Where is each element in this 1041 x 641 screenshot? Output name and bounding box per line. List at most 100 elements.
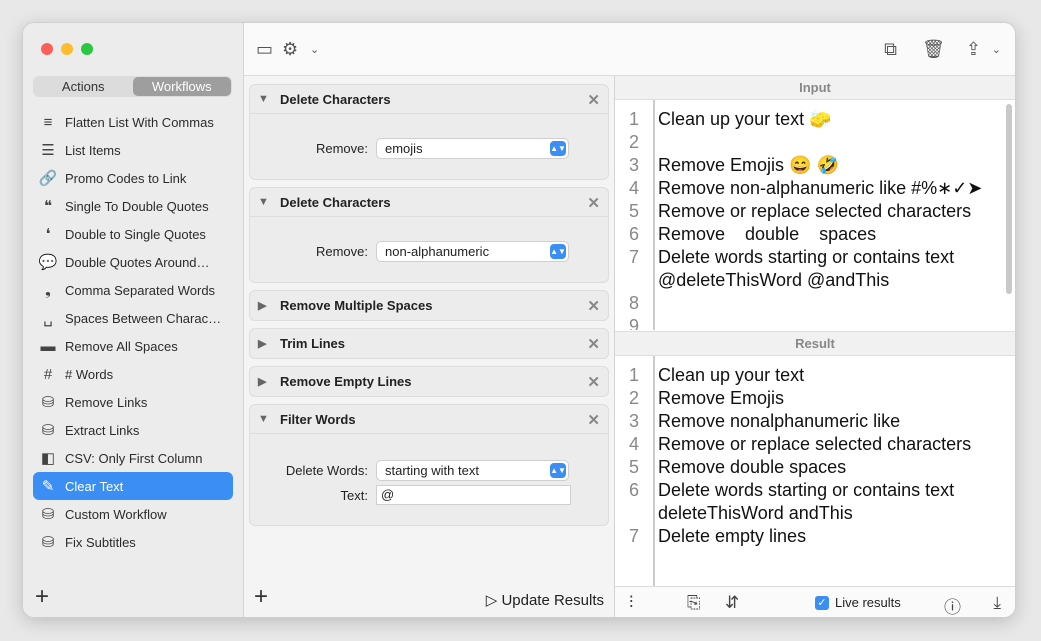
sidebar-toggle-icon[interactable]: ▭ [256,39,273,60]
text-line[interactable]: deleteThisWord andThis [658,502,971,525]
close-icon[interactable]: ✕ [587,335,600,353]
disclosure-triangle-icon[interactable]: ▶ [258,375,280,388]
add-step-icon[interactable]: + [254,583,268,611]
gear-icon[interactable]: ⚙ [282,39,298,60]
text-line[interactable]: Delete empty lines [658,525,971,548]
text-line[interactable] [658,315,982,330]
text-line[interactable] [658,292,982,315]
add-workflow-icon[interactable]: + [35,583,49,611]
chevron-down-icon[interactable]: ⌄ [992,43,1001,56]
bottom-bar: ⫶ ⎘ ⇵ ✓ Live results ⓘ ⤓ [615,586,1015,617]
step-title: Remove Multiple Spaces [280,298,433,313]
text-line[interactable]: Remove non-alphanumeric like #%∗✓➤ [658,177,982,200]
workflow-icon: ≡ [43,113,53,131]
line-number-gutter: 1 2 3 4 5 6 7 [615,356,655,586]
close-icon[interactable]: ✕ [587,411,600,429]
copy-icon[interactable]: ⧉ [884,39,897,60]
sidebar-item[interactable]: ❝ Single To Double Quotes [33,192,233,220]
delete-words-select[interactable]: starting with text ▲▼ [376,460,569,481]
disclosure-triangle-icon[interactable]: ▼ [258,413,280,425]
sidebar-item[interactable]: ⛁ Extract Links [33,416,233,444]
close-icon[interactable]: ✕ [587,297,600,315]
text-line[interactable]: Delete words starting or contains text [658,246,982,269]
text-line[interactable] [658,131,982,154]
sidebar-item[interactable]: ⛁ Custom Workflow [33,500,233,528]
step-card-remove-multiple-spaces: ▶ Remove Multiple Spaces ✕ [249,290,609,321]
text-line[interactable]: Remove or replace selected characters [658,200,982,223]
workflow-icon: ⛁ [41,422,55,439]
sidebar-item[interactable]: 💬 Double Quotes Around… [33,248,233,276]
minimize-button[interactable] [61,43,73,55]
result-text[interactable]: Clean up your text Remove Emojis Remove no… [658,356,971,548]
text-line[interactable]: Clean up your text 🧽 [658,108,982,131]
result-pane: Result 1234567 Clean up your text Remove … [615,332,1015,586]
sidebar-item[interactable]: # # Words [33,360,233,388]
text-line[interactable]: Remove double spaces [658,456,971,479]
download-icon[interactable]: ⤓ [993,593,1001,613]
step-card-remove-empty-lines: ▶ Remove Empty Lines ✕ [249,366,609,397]
text-line[interactable]: Remove Emojis 😄 🤣 [658,154,982,177]
remove-select[interactable]: emojis ▲▼ [376,138,569,159]
chevron-down-icon[interactable]: ⌄ [310,43,319,56]
zoom-button[interactable] [81,43,93,55]
step-header[interactable]: ▶ Remove Multiple Spaces ✕ [250,291,608,320]
paste-icon[interactable]: ⎘ [687,593,701,613]
step-header[interactable]: ▶ Trim Lines ✕ [250,329,608,358]
sidebar-item[interactable]: ◧ CSV: Only First Column [33,444,233,472]
input-text[interactable]: Clean up your text 🧽 Remove Emojis 😄 🤣 Rem… [658,100,982,330]
text-line[interactable]: @deleteThisWord @andThis [658,269,982,292]
line-number: 8 [628,293,639,313]
close-button[interactable] [41,43,53,55]
sidebar-item[interactable]: ≡ Flatten List With Commas [33,108,233,136]
text-input[interactable]: @ [376,485,571,505]
step-title: Trim Lines [280,336,346,351]
sidebar-item[interactable]: ❛ Double to Single Quotes [33,220,233,248]
segment-actions[interactable]: Actions [34,77,133,96]
select-arrows-icon: ▲▼ [550,463,566,478]
checkbox-checked-icon[interactable]: ✓ [815,595,829,610]
sidebar-item[interactable]: ✎ Clear Text [33,472,233,500]
step-header[interactable]: ▼ Filter Words ✕ [250,405,608,434]
step-header[interactable]: ▶ Remove Empty Lines ✕ [250,367,608,396]
remove-select[interactable]: non-alphanumeric ▲▼ [376,241,569,262]
disclosure-triangle-icon[interactable]: ▶ [258,299,280,312]
sidebar-item[interactable]: ❟ Comma Separated Words [33,276,233,304]
step-header[interactable]: ▼ Delete Characters ✕ [250,188,608,217]
trash-icon[interactable]: 🗑 [922,39,945,60]
scrollbar[interactable] [1006,104,1012,294]
close-icon[interactable]: ✕ [587,91,600,109]
text-line[interactable]: Remove Emojis [658,387,971,410]
sidebar-item[interactable]: ⛁ Remove Links [33,388,233,416]
sidebar-item-label: Fix Subtitles [65,534,136,550]
input-editor[interactable]: 1 2 3 4 5 6 7 8 9 Clean up your text 🧽 Remove Emo… [615,100,1015,330]
sliders-icon[interactable]: ⫶ [629,593,633,613]
result-editor[interactable]: 1234567 Clean up your text Remove Emojis R… [615,356,1015,586]
sidebar-item[interactable]: ␣ Spaces Between Charac… [33,304,233,332]
share-icon[interactable]: ⇪ [966,39,981,60]
segment-workflows[interactable]: Workflows [132,77,231,96]
text-line[interactable]: Remove double spaces [658,223,982,246]
sidebar-item-label: Double Quotes Around… [65,254,210,270]
update-results-button[interactable]: ▷ Update Results [486,591,604,609]
swap-icon[interactable]: ⇵ [725,593,739,613]
close-icon[interactable]: ✕ [587,373,600,391]
text-line[interactable]: Remove or replace selected characters [658,433,971,456]
sidebar-item-label: Remove Links [65,394,148,410]
disclosure-triangle-icon[interactable]: ▼ [258,93,280,105]
disclosure-triangle-icon[interactable]: ▼ [258,196,280,208]
text-line[interactable]: Clean up your text [658,364,971,387]
field-row: Remove: non-alphanumeric ▲▼ [250,241,569,262]
sidebar-item[interactable]: 🔗 Promo Codes to Link [33,164,233,192]
sidebar-item[interactable]: ▬ Remove All Spaces [33,332,233,360]
live-results-toggle[interactable]: ✓ Live results [815,595,901,610]
sidebar-item[interactable]: ☰ List Items [33,136,233,164]
line-number: 1 [628,365,639,385]
step-header[interactable]: ▼ Delete Characters ✕ [250,85,608,114]
workflow-icon: # [43,365,53,383]
text-line[interactable]: Remove nonalphanumeric like [658,410,971,433]
info-icon[interactable]: ⓘ [944,593,961,617]
close-icon[interactable]: ✕ [587,194,600,212]
text-line[interactable]: Delete words starting or contains text [658,479,971,502]
disclosure-triangle-icon[interactable]: ▶ [258,337,280,350]
sidebar-item[interactable]: ⛁ Fix Subtitles [33,528,233,556]
